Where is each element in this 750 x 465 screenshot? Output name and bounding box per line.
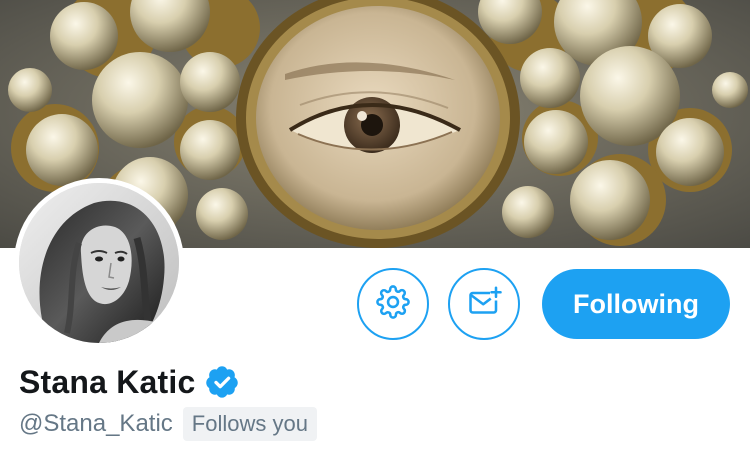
verified-badge-icon [204,364,240,400]
gear-icon [376,284,410,324]
settings-button[interactable] [357,268,429,340]
follows-you-badge: Follows you [182,407,317,441]
direct-message-button[interactable] [448,268,520,340]
following-button[interactable]: Following [542,269,730,339]
new-message-icon [466,284,502,325]
avatar[interactable] [19,183,179,343]
profile-name-row: Stana Katic [19,360,240,404]
profile-handle-row: @Stana_Katic Follows you [19,406,317,442]
avatar-frame[interactable] [14,178,184,348]
display-name: Stana Katic [19,363,196,400]
user-handle: @Stana_Katic [19,410,173,437]
